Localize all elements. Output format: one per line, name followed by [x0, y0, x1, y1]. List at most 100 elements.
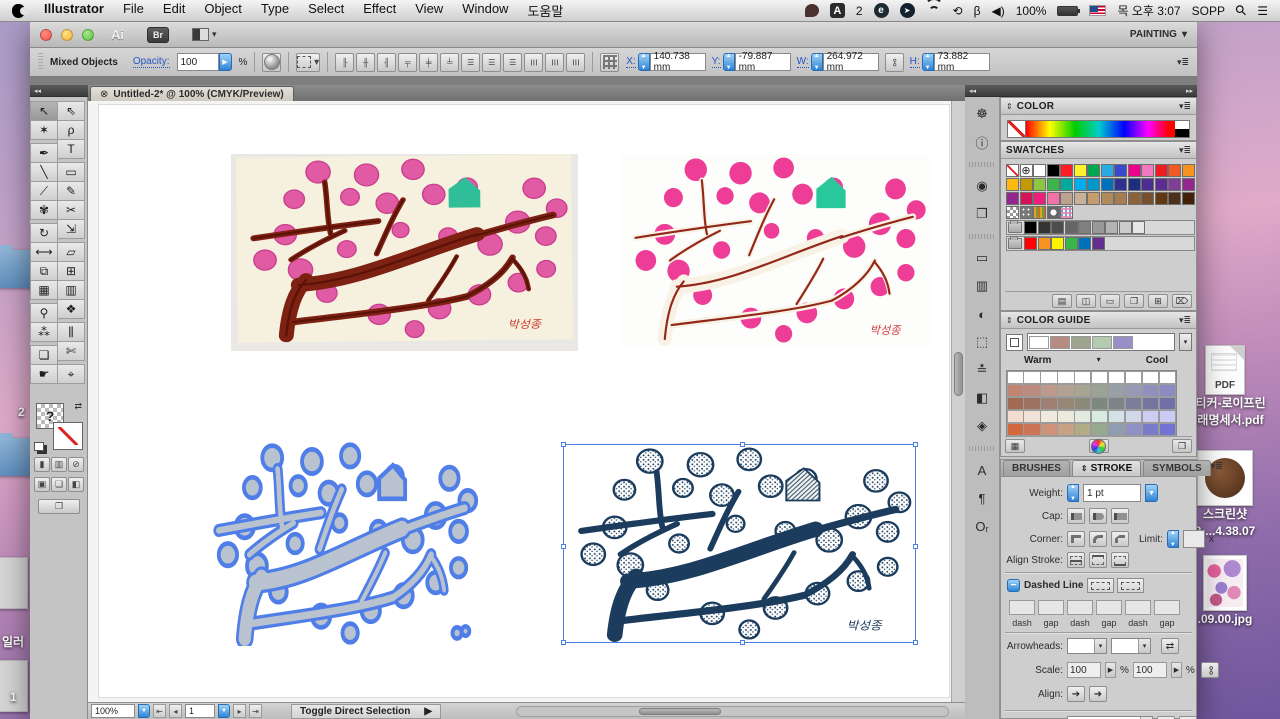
chat-icon[interactable] [804, 4, 819, 17]
distribute-center-button[interactable]: ☰ [482, 52, 502, 72]
align-horizontal-left-button[interactable]: ╟ [335, 52, 355, 72]
swatch[interactable] [1006, 192, 1019, 205]
tab-brushes[interactable]: BRUSHES [1003, 460, 1070, 476]
file-icon[interactable] [0, 557, 28, 609]
document-setup-icon[interactable]: ⬚ [970, 331, 994, 353]
variation-swatch[interactable] [1057, 422, 1075, 437]
control-bar-grip[interactable] [38, 53, 43, 71]
swatch[interactable] [1127, 178, 1141, 191]
swatch[interactable] [1006, 178, 1019, 191]
wifi-icon[interactable] [926, 5, 942, 17]
jpeg-file-icon[interactable] [1203, 555, 1247, 611]
horizontal-scroll-thumb[interactable] [639, 708, 721, 715]
free-transform-tool[interactable]: ▱ [57, 242, 85, 262]
distribute-left-button[interactable]: ☰ [524, 52, 544, 72]
variation-swatch[interactable] [1023, 422, 1041, 437]
perspective-grid-tool[interactable]: ⊞ [57, 261, 85, 281]
evernote-icon[interactable]: e [873, 3, 889, 18]
swatch[interactable] [1141, 192, 1154, 205]
variation-swatch[interactable] [1074, 383, 1092, 398]
field-stepper[interactable] [637, 53, 650, 71]
swatch[interactable] [1006, 206, 1019, 219]
type-tool[interactable]: T [57, 139, 85, 159]
swatch[interactable] [1064, 237, 1078, 250]
color-group-folder-icon[interactable] [1008, 236, 1022, 249]
variation-swatch[interactable] [1107, 383, 1126, 398]
minimize-window-button[interactable] [61, 28, 73, 41]
variation-swatch[interactable] [1057, 409, 1075, 424]
white-swatch[interactable] [1175, 121, 1189, 129]
swatch[interactable] [1006, 164, 1019, 177]
swatch[interactable] [1114, 192, 1127, 205]
dash-gap-field[interactable] [1154, 600, 1180, 615]
variation-swatch[interactable] [1090, 370, 1109, 385]
shape-builder-tool[interactable]: ⧉ [30, 261, 58, 281]
workspace-switcher[interactable]: PAINTING ▾ [1130, 29, 1187, 40]
align-vertical-center-button[interactable]: ╪ [419, 52, 439, 72]
slice-tool[interactable]: ✄ [57, 341, 85, 361]
menu-item-select[interactable]: Select [308, 1, 344, 20]
distribute-right-button[interactable]: ☰ [566, 52, 586, 72]
paintbrush-tool[interactable]: ⟋ [30, 181, 58, 201]
collapse-panel-icon[interactable]: ⇕ [1006, 316, 1013, 325]
limit-field[interactable] [1182, 530, 1205, 548]
miter-join-button[interactable] [1067, 531, 1085, 547]
variation-swatch[interactable] [1074, 370, 1092, 385]
selection-handle[interactable] [913, 640, 918, 645]
swatch-kinds-button[interactable]: ◫ [1076, 294, 1096, 308]
panel-menu-icon[interactable]: ▾≣ [1211, 461, 1223, 472]
distribute-top-button[interactable]: ☰ [461, 52, 481, 72]
swatch-libraries-button[interactable]: ▤ [1052, 294, 1072, 308]
swatch[interactable] [1060, 206, 1073, 219]
variation-swatch[interactable] [1090, 383, 1109, 398]
swatch[interactable] [1154, 178, 1168, 191]
swatch[interactable] [1127, 164, 1141, 177]
variation-swatch[interactable] [1006, 396, 1024, 411]
screen-mode-button[interactable]: ❐ [38, 499, 80, 514]
swatch[interactable] [1024, 237, 1037, 250]
magic-wand-tool[interactable]: ✶ [30, 120, 58, 140]
variation-swatch[interactable] [1074, 396, 1092, 411]
swatch[interactable] [1073, 178, 1087, 191]
time-machine-icon[interactable]: ⟲ [953, 4, 963, 18]
collapse-panel-icon[interactable]: ⇕ [1006, 102, 1013, 111]
dash-gap-field[interactable] [1096, 600, 1122, 615]
constrain-proportions-button[interactable]: ⚯ [884, 52, 904, 72]
variation-swatch[interactable] [1124, 383, 1143, 398]
transform-button[interactable] [600, 52, 620, 72]
stroke-swatch[interactable] [53, 422, 83, 450]
menu-item-type[interactable]: Type [261, 1, 289, 20]
projecting-cap-button[interactable] [1111, 508, 1129, 524]
swatch[interactable] [1033, 164, 1046, 177]
swatch[interactable] [1033, 206, 1046, 219]
variation-swatch[interactable] [1141, 396, 1160, 411]
base-color-button[interactable] [1006, 333, 1023, 351]
zoom-level-field[interactable]: 100% [91, 704, 135, 718]
limit-stepper[interactable] [1166, 530, 1179, 548]
artboard-number-field[interactable]: 1 [185, 704, 215, 718]
harmony-swatch[interactable] [1092, 335, 1112, 349]
panel-menu-icon[interactable]: ▾≣ [1179, 315, 1191, 326]
paragraph-panel-icon[interactable]: ¶ [970, 487, 994, 509]
align-horizontal-right-button[interactable]: ╢ [377, 52, 397, 72]
variation-swatch[interactable] [1141, 383, 1160, 398]
menu-item-effect[interactable]: Effect [363, 1, 396, 20]
artboard-tool[interactable]: ❏ [30, 345, 58, 365]
close-window-button[interactable] [40, 28, 52, 41]
variation-swatch[interactable] [1074, 422, 1092, 437]
dashed-line-checkbox[interactable]: − [1007, 579, 1020, 592]
variation-swatch[interactable] [1158, 383, 1176, 398]
limit-color-group-button[interactable]: ▦ [1005, 439, 1025, 453]
harmony-rules-dropdown[interactable] [1027, 333, 1175, 351]
swatch[interactable] [1154, 164, 1168, 177]
rotate-tool[interactable]: ↻ [30, 223, 58, 243]
selection-handle[interactable] [561, 640, 566, 645]
arrowhead-end-select[interactable]: ▾ [1111, 638, 1151, 654]
swatch[interactable] [1168, 192, 1181, 205]
collapse-panel-icon[interactable]: ⇕ [1081, 464, 1088, 473]
field-stepper[interactable] [810, 53, 823, 71]
color-fill-button[interactable]: ▮ [34, 457, 50, 472]
width-tool[interactable]: ⟷ [30, 242, 58, 262]
swatch[interactable] [1168, 164, 1181, 177]
swatch[interactable] [1060, 192, 1073, 205]
